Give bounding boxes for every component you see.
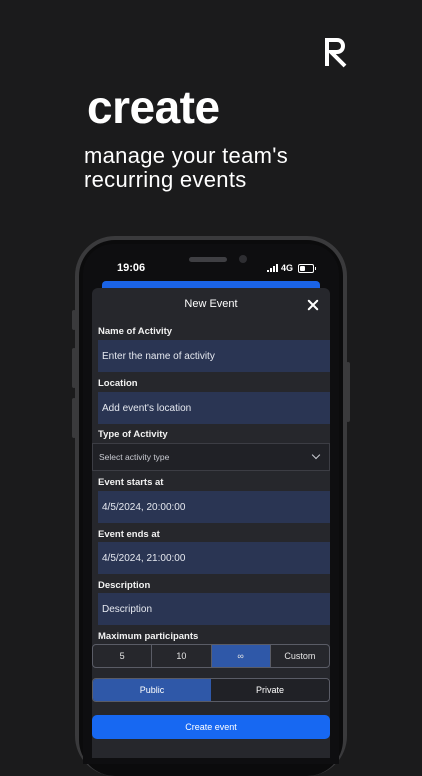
create-event-button[interactable]: Create event bbox=[92, 715, 330, 739]
chevron-down-icon bbox=[311, 450, 321, 460]
modal-title: New Event bbox=[184, 298, 238, 310]
status-time: 19:06 bbox=[117, 262, 146, 274]
camera bbox=[239, 255, 247, 263]
description-label: Description bbox=[98, 580, 151, 591]
close-icon[interactable] bbox=[306, 298, 320, 312]
r-logo-icon bbox=[325, 38, 347, 68]
participants-option-unlimited[interactable]: ∞ bbox=[211, 645, 271, 667]
type-label: Type of Activity bbox=[98, 429, 168, 440]
network-label: 4G bbox=[281, 263, 294, 273]
activity-type-select[interactable]: Select activity type bbox=[92, 443, 330, 471]
activity-type-placeholder: Select activity type bbox=[99, 452, 170, 462]
participants-option-custom[interactable]: Custom bbox=[271, 645, 329, 667]
start-datetime-input[interactable]: 4/5/2024, 20:00:00 bbox=[98, 491, 330, 523]
participants-option-5[interactable]: 5 bbox=[93, 645, 153, 667]
promo-headline: create bbox=[87, 81, 220, 133]
public-option[interactable]: Public bbox=[93, 679, 211, 701]
promo-subline: manage your team's recurring events bbox=[84, 143, 289, 192]
location-input[interactable]: Add event's location bbox=[98, 392, 330, 424]
start-label: Event starts at bbox=[98, 477, 164, 488]
description-input[interactable]: Description bbox=[98, 593, 330, 625]
speaker bbox=[189, 257, 227, 262]
private-option[interactable]: Private bbox=[211, 679, 329, 701]
signal-icon bbox=[267, 264, 278, 272]
end-datetime-input[interactable]: 4/5/2024, 21:00:00 bbox=[98, 542, 330, 574]
end-label: Event ends at bbox=[98, 529, 160, 540]
new-event-modal: New Event Name of Activity Enter the nam… bbox=[92, 288, 330, 758]
name-input[interactable]: Enter the name of activity bbox=[98, 340, 330, 372]
participants-option-10[interactable]: 10 bbox=[152, 645, 212, 667]
max-participants-label: Maximum participants bbox=[98, 631, 199, 642]
location-label: Location bbox=[98, 378, 138, 389]
battery-icon bbox=[298, 263, 317, 273]
visibility-toggle: Public Private bbox=[92, 678, 330, 702]
max-participants-selector: 5 10 ∞ Custom bbox=[92, 644, 330, 668]
name-label: Name of Activity bbox=[98, 326, 173, 337]
status-indicators: 4G bbox=[267, 263, 317, 273]
